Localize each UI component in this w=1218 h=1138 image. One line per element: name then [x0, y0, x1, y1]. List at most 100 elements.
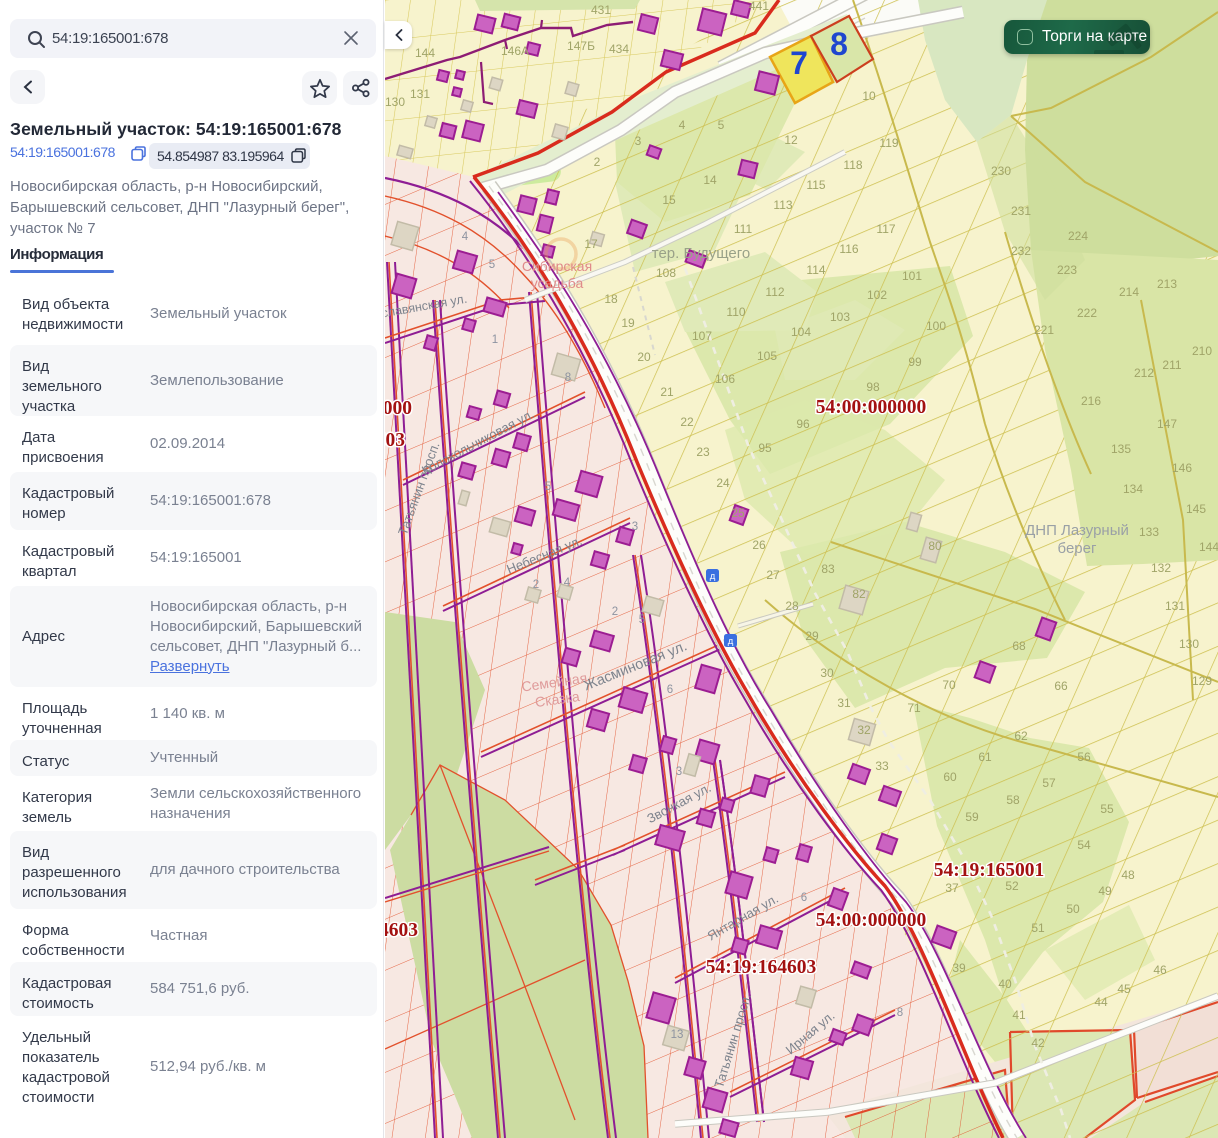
svg-text:59: 59	[965, 810, 979, 824]
svg-text:2: 2	[594, 155, 601, 169]
svg-text:30: 30	[820, 666, 834, 680]
svg-text:42: 42	[1031, 1036, 1045, 1050]
svg-text:49: 49	[1098, 884, 1112, 898]
svg-text:108: 108	[656, 266, 676, 280]
svg-text:28: 28	[785, 599, 799, 613]
svg-text:52: 52	[1005, 879, 1019, 893]
svg-text:132: 132	[1151, 561, 1171, 575]
svg-text:99: 99	[908, 355, 922, 369]
svg-text:54:19:164603: 54:19:164603	[385, 430, 405, 451]
svg-text:57: 57	[1042, 776, 1056, 790]
svg-text:115: 115	[806, 178, 825, 192]
svg-text:2: 2	[533, 579, 539, 591]
svg-text:15: 15	[662, 193, 676, 207]
svg-text:25: 25	[731, 506, 745, 520]
svg-text:133: 133	[1139, 525, 1159, 539]
svg-text:14: 14	[703, 173, 717, 187]
svg-text:146: 146	[1172, 461, 1192, 475]
svg-text:68: 68	[1012, 639, 1026, 653]
svg-text:55: 55	[1100, 802, 1114, 816]
svg-text:45: 45	[1117, 982, 1131, 996]
svg-text:130: 130	[1179, 637, 1199, 651]
svg-text:103: 103	[830, 310, 850, 324]
svg-text:110: 110	[726, 305, 745, 319]
svg-text:147: 147	[1157, 417, 1177, 431]
svg-text:441: 441	[749, 0, 769, 13]
svg-text:144: 144	[415, 46, 435, 60]
svg-text:54:19:165001: 54:19:165001	[934, 860, 1045, 881]
svg-text:12: 12	[784, 133, 798, 147]
svg-text:214: 214	[1119, 285, 1139, 299]
svg-text:60: 60	[943, 770, 957, 784]
svg-text:134: 134	[1123, 482, 1143, 496]
svg-text:1: 1	[492, 334, 498, 346]
svg-text:101: 101	[902, 269, 922, 283]
svg-text:54: 54	[1077, 838, 1091, 852]
svg-text:210: 210	[1192, 344, 1212, 358]
svg-text:223: 223	[1057, 263, 1077, 277]
svg-text:100: 100	[926, 319, 946, 333]
svg-text:берег: берег	[1058, 540, 1097, 557]
svg-text:54:19:164603: 54:19:164603	[706, 957, 817, 978]
svg-text:213: 213	[1157, 277, 1177, 291]
svg-text:д: д	[728, 636, 734, 647]
svg-text:37: 37	[945, 881, 959, 895]
svg-text:431: 431	[591, 3, 611, 17]
svg-text:46: 46	[1153, 963, 1167, 977]
svg-text:6: 6	[667, 684, 673, 696]
svg-text:111: 111	[734, 222, 753, 236]
svg-text:4: 4	[679, 118, 686, 132]
svg-text:21: 21	[660, 385, 674, 399]
svg-text:56: 56	[1077, 750, 1091, 764]
svg-text:118: 118	[843, 158, 862, 172]
svg-text:18: 18	[604, 292, 618, 306]
svg-text:147Б: 147Б	[567, 39, 595, 53]
svg-text:33: 33	[875, 759, 889, 773]
svg-text:50: 50	[1066, 902, 1080, 916]
svg-text:10: 10	[862, 89, 876, 103]
svg-text:13: 13	[671, 1029, 684, 1041]
svg-text:102: 102	[867, 288, 887, 302]
svg-text:19: 19	[621, 316, 635, 330]
svg-text:82: 82	[852, 587, 866, 601]
svg-text:216: 216	[1081, 394, 1101, 408]
svg-text:230: 230	[991, 164, 1011, 178]
svg-text:212: 212	[1134, 366, 1154, 380]
svg-text:58: 58	[1006, 793, 1020, 807]
svg-text:39: 39	[952, 961, 966, 975]
svg-text:6: 6	[801, 892, 807, 904]
svg-text:61: 61	[978, 750, 992, 764]
svg-text:д: д	[710, 571, 716, 582]
svg-text:5: 5	[718, 118, 725, 132]
svg-text:222: 222	[1077, 306, 1097, 320]
svg-text:144: 144	[1199, 540, 1218, 554]
svg-text:усадьба: усадьба	[531, 275, 584, 291]
svg-text:32: 32	[857, 723, 871, 737]
svg-text:116: 116	[839, 242, 858, 256]
svg-text:105: 105	[757, 349, 777, 363]
svg-text:26: 26	[752, 538, 766, 552]
svg-text:71: 71	[907, 701, 921, 715]
svg-text:51: 51	[1031, 921, 1045, 935]
svg-text:4: 4	[564, 577, 571, 589]
svg-text:221: 221	[1034, 323, 1054, 337]
svg-text:8: 8	[830, 26, 848, 62]
svg-text:131: 131	[1165, 599, 1185, 613]
svg-text:3: 3	[676, 766, 682, 778]
svg-text:131: 131	[410, 87, 430, 101]
svg-text:231: 231	[1011, 204, 1031, 218]
svg-text:23: 23	[696, 445, 710, 459]
svg-text:70: 70	[942, 678, 956, 692]
svg-text:29: 29	[805, 629, 819, 643]
svg-text:113: 113	[773, 198, 792, 212]
svg-text:8: 8	[897, 1007, 903, 1019]
svg-text:7: 7	[790, 45, 808, 81]
svg-text:3: 3	[635, 134, 642, 148]
svg-text:4: 4	[462, 231, 469, 243]
svg-text:146А: 146А	[501, 44, 529, 58]
svg-text:54:19:164603: 54:19:164603	[385, 920, 418, 941]
svg-text:211: 211	[1162, 358, 1181, 372]
svg-text:41: 41	[1012, 1008, 1026, 1022]
svg-text:ДНП Лазурный: ДНП Лазурный	[1025, 522, 1129, 539]
svg-text:129: 129	[1192, 674, 1212, 688]
